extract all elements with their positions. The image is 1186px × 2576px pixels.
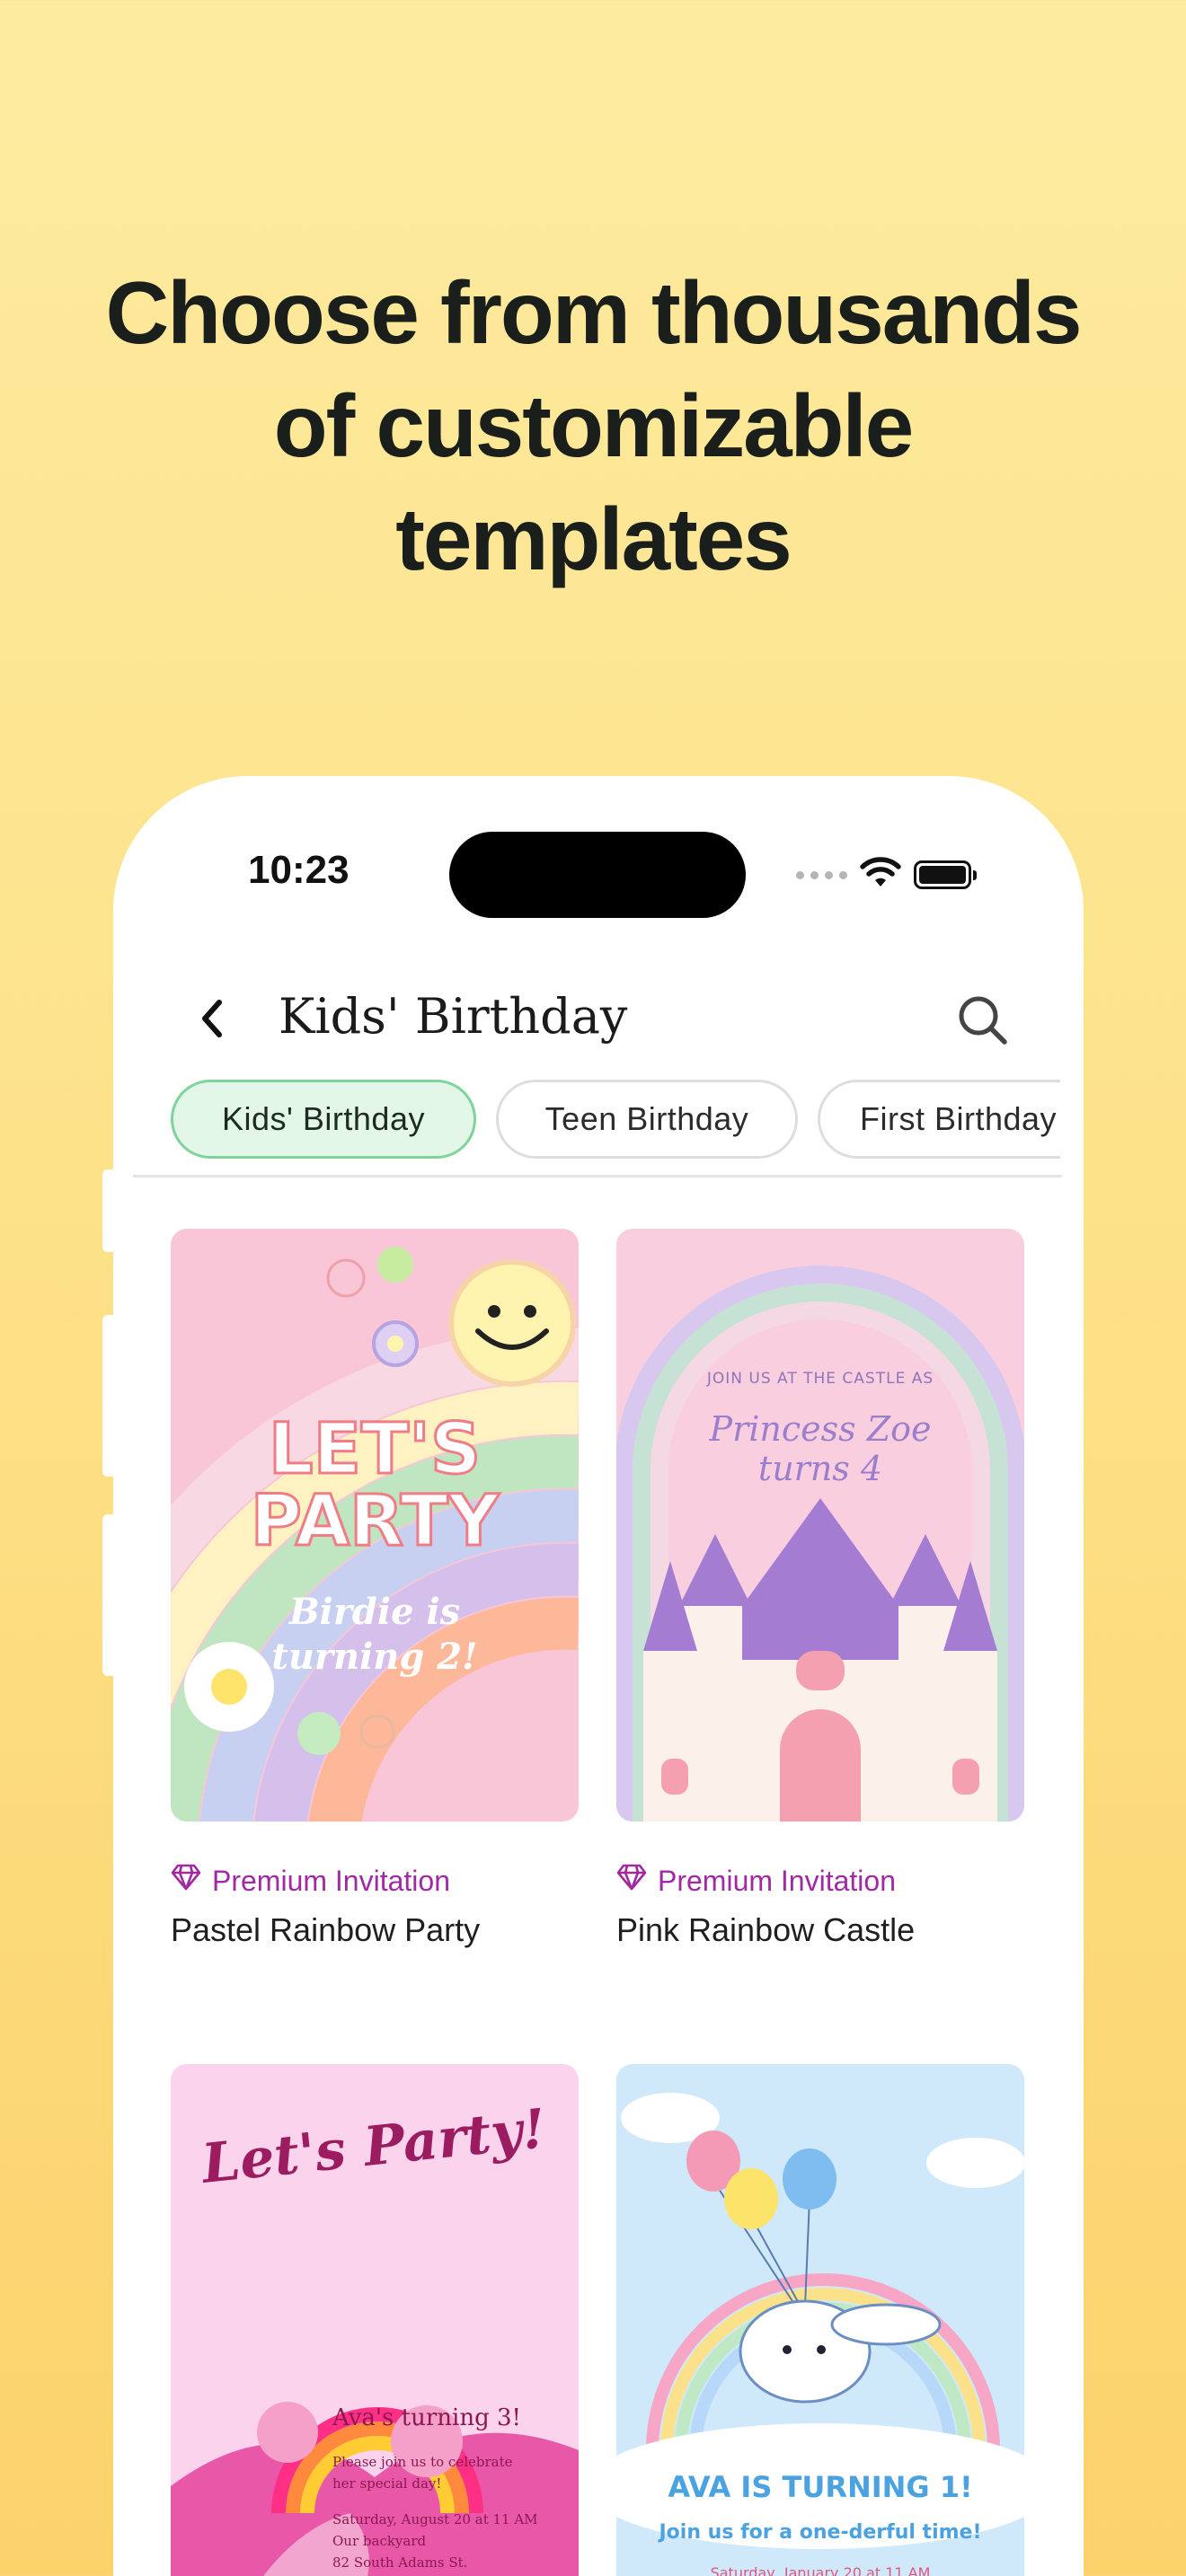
premium-tag: Premium Invitation (616, 1863, 896, 1899)
template-thumbnail[interactable]: Let's Party! Ava's turning 3! Please joi… (171, 2064, 579, 2576)
diamond-icon (616, 1863, 647, 1899)
template-card-ava-is-turning-1[interactable]: AVA IS TURNING 1! Join us for a one-derf… (616, 2064, 1024, 2576)
template-title: Pink Rainbow Castle (616, 1911, 916, 1948)
art-text-6: Our backyard (332, 2533, 427, 2549)
template-thumbnail[interactable]: JOIN US AT THE CASTLE AS Princess Zoe tu… (616, 1229, 1024, 1822)
art-text-2: Join us for a one-derful time! (658, 2521, 982, 2544)
battery-icon (914, 860, 977, 889)
page-title: Kids' Birthday (279, 988, 628, 1045)
back-button[interactable] (185, 993, 239, 1047)
art-text-3: Birdie is (288, 1591, 460, 1633)
art-text-1: AVA IS TURNING 1! (668, 2470, 972, 2504)
art-text-2: Princess Zoe (709, 1409, 932, 1449)
template-card-pastel-rainbow-party[interactable]: LET'S PARTY Birdie is turning 2! Premium… (171, 1229, 579, 1965)
search-icon (956, 993, 1010, 1052)
chevron-left-icon (196, 997, 228, 1045)
chip-teen-birthday[interactable]: Teen Birthday (496, 1080, 798, 1159)
search-button[interactable] (954, 993, 1012, 1051)
template-thumbnail[interactable]: LET'S PARTY Birdie is turning 2! (171, 1229, 579, 1822)
art-text-3: Saturday, January 20 at 11 AM (711, 2564, 931, 2576)
art-text-2: PARTY (251, 1481, 500, 1562)
top-nav-bar: Kids' Birthday (113, 972, 1084, 1062)
premium-tag-label: Premium Invitation (212, 1864, 450, 1897)
headline-line-1: Choose from thousands (105, 263, 1082, 362)
art-text-4: turning 2! (271, 1636, 477, 1678)
signal-dots-icon (796, 870, 847, 879)
status-time: 10:23 (248, 848, 350, 892)
chip-kids-birthday[interactable]: Kids' Birthday (171, 1080, 476, 1159)
art-text-7: 82 South Adams St. (332, 2554, 467, 2571)
template-title: Pastel Rainbow Party (171, 1911, 481, 1948)
art-text-1: JOIN US AT THE CASTLE AS (706, 1370, 934, 1388)
premium-tag-label: Premium Invitation (658, 1864, 896, 1897)
headline-line-2: of customizable (273, 376, 915, 475)
headline: Choose from thousands of customizable te… (0, 256, 1186, 595)
headline-line-3: templates (395, 490, 792, 588)
art-text-1: LET'S (269, 1409, 481, 1490)
diamond-icon (171, 1863, 201, 1899)
art-text-5: Saturday, August 20 at 11 AM (332, 2511, 538, 2527)
status-indicators (796, 855, 977, 895)
chip-first-birthday[interactable]: First Birthday (818, 1080, 1060, 1159)
art-text-3: Please join us to celebrate (332, 2454, 513, 2470)
template-thumbnail[interactable]: AVA IS TURNING 1! Join us for a one-derf… (616, 2064, 1024, 2576)
chips-divider (133, 1175, 1062, 1178)
art-text-3: turns 4 (758, 1449, 882, 1488)
template-card-pink-rainbow-castle[interactable]: JOIN US AT THE CASTLE AS Princess Zoe tu… (616, 1229, 1024, 1965)
template-card-lets-party[interactable]: Let's Party! Ava's turning 3! Please joi… (171, 2064, 579, 2576)
category-chips: Kids' Birthday Teen Birthday First Birth… (171, 1078, 1060, 1164)
art-text-4: her special day! (332, 2475, 441, 2492)
premium-tag: Premium Invitation (171, 1863, 450, 1899)
phone-screen: 10:23 Kids' Birthday Kids' Birthday Teen (113, 776, 1084, 2576)
dynamic-island (449, 832, 746, 918)
art-text-2: Ava's turning 3! (332, 2404, 521, 2431)
wifi-icon (860, 856, 901, 894)
